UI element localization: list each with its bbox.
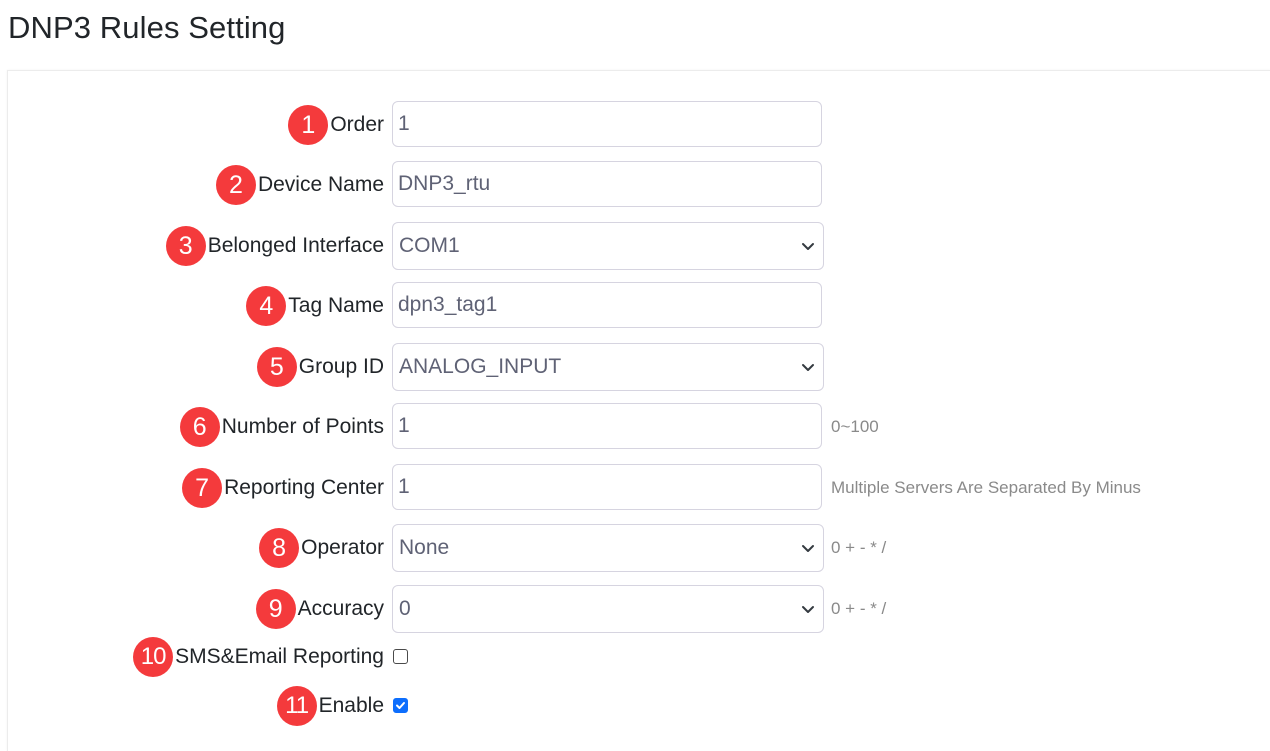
sms-email-reporting-checkbox[interactable] (393, 649, 408, 664)
enable-label: Enable (318, 694, 384, 717)
step-badge: 6 (179, 407, 220, 447)
belonged-interface-row: 3 Belonged Interface COM1 (8, 222, 1270, 270)
sms-email-reporting-label: SMS&Email Reporting (175, 645, 384, 668)
number-of-points-input[interactable] (392, 403, 822, 449)
accuracy-value: 0 (399, 597, 411, 620)
group-id-select[interactable]: ANALOG_INPUT (392, 343, 824, 391)
operator-label: Operator (301, 536, 384, 559)
checkmark-icon (396, 702, 405, 709)
operator-row: 8 Operator None 0 + - * / (8, 524, 1270, 572)
page-title: DNP3 Rules Setting (8, 10, 286, 45)
step-badge: 4 (246, 286, 287, 326)
step-badge: 5 (256, 347, 297, 387)
step-badge: 1 (288, 105, 329, 145)
operator-select[interactable]: None (392, 524, 824, 572)
accuracy-label: Accuracy (297, 597, 384, 620)
step-badge: 10 (133, 637, 174, 677)
enable-checkbox[interactable] (393, 698, 408, 713)
device-name-row: 2 Device Name (8, 161, 1270, 209)
reporting-center-input[interactable] (392, 464, 822, 510)
enable-row: 11 Enable (8, 682, 1270, 730)
belonged-interface-value: COM1 (399, 234, 460, 257)
number-of-points-row: 6 Number of Points 0~100 (8, 403, 1270, 451)
accuracy-select[interactable]: 0 (392, 585, 824, 633)
step-badge: 9 (255, 589, 296, 629)
step-badge: 8 (259, 528, 300, 568)
chevron-down-icon (802, 243, 814, 250)
device-name-label: Device Name (257, 173, 384, 196)
sms-email-reporting-row: 10 SMS&Email Reporting (8, 633, 1270, 681)
reporting-center-label: Reporting Center (224, 476, 384, 499)
operator-value: None (399, 536, 450, 559)
belonged-interface-select[interactable]: COM1 (392, 222, 824, 270)
order-label: Order (330, 113, 384, 136)
chevron-down-icon (802, 545, 814, 552)
group-id-label: Group ID (298, 355, 384, 378)
order-row: 1 Order (8, 101, 1270, 149)
tag-name-label: Tag Name (288, 294, 384, 317)
tag-name-row: 4 Tag Name (8, 282, 1270, 330)
step-badge: 3 (165, 226, 206, 266)
accuracy-hint: 0 + - * / (831, 599, 887, 618)
belonged-interface-label: Belonged Interface (207, 234, 384, 257)
group-id-row: 5 Group ID ANALOG_INPUT (8, 343, 1270, 391)
device-name-input[interactable] (392, 161, 822, 207)
form-panel: 1 Order 2 Device Name 3 Belonged Interfa… (7, 70, 1270, 751)
number-of-points-hint: 0~100 (831, 417, 879, 436)
step-badge: 7 (182, 468, 223, 508)
operator-hint: 0 + - * / (831, 538, 887, 557)
accuracy-row: 9 Accuracy 0 0 + - * / (8, 585, 1270, 633)
tag-name-input[interactable] (392, 282, 822, 328)
number-of-points-label: Number of Points (221, 415, 384, 438)
step-badge: 2 (215, 165, 256, 205)
reporting-center-hint: Multiple Servers Are Separated By Minus (831, 478, 1141, 497)
group-id-value: ANALOG_INPUT (399, 355, 562, 378)
reporting-center-row: 7 Reporting Center Multiple Servers Are … (8, 464, 1270, 512)
chevron-down-icon (802, 364, 814, 371)
chevron-down-icon (802, 606, 814, 613)
step-badge: 11 (276, 686, 317, 726)
order-input[interactable] (392, 101, 822, 147)
